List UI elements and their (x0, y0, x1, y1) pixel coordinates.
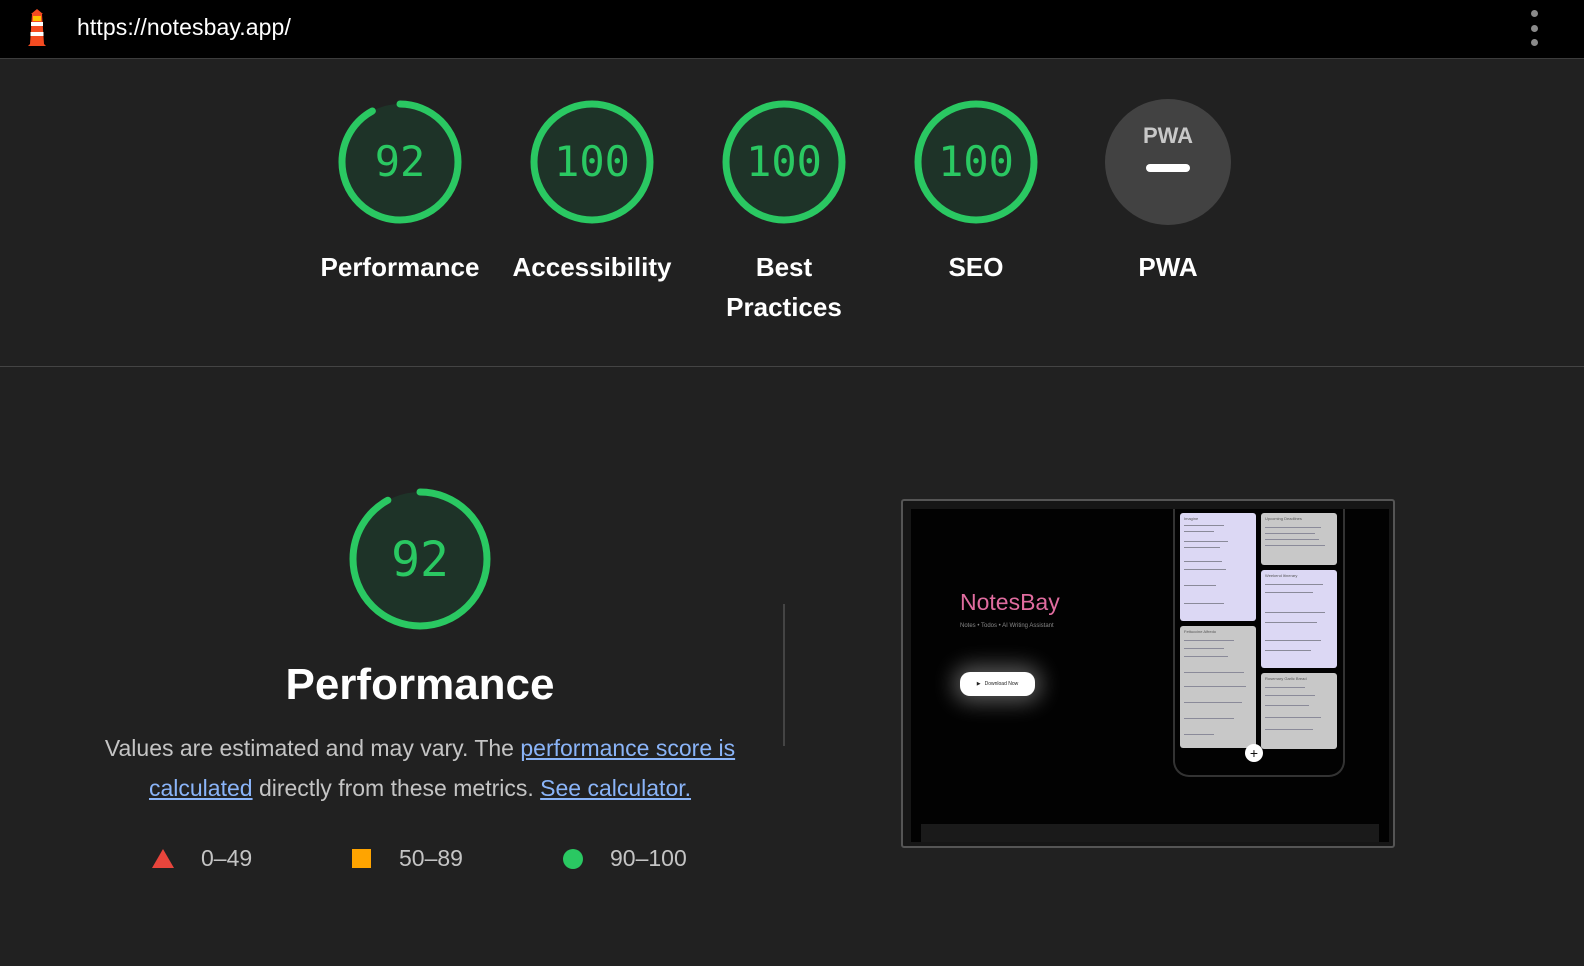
seo-gauge-ring: 100 (914, 100, 1038, 224)
gauge-accessibility[interactable]: 100 Accessibility (502, 97, 682, 287)
legend-pass: 90–100 (562, 840, 687, 876)
note-title: Rosemary Garlic Bread (1265, 676, 1307, 681)
best-practices-gauge-ring: 100 (722, 100, 846, 224)
category-scores: 92 Performance 100 Accessibility 100 Bes… (0, 59, 1584, 367)
performance-score: 92 (375, 137, 426, 186)
lighthouse-icon (28, 9, 46, 46)
legend-fail: 0–49 (150, 840, 252, 876)
pwa-dash-icon (1146, 164, 1190, 172)
report-url[interactable]: https://notesbay.app/ (77, 14, 291, 41)
download-label: Download Now (984, 681, 1019, 687)
pwa-badge-text: PWA (1143, 123, 1193, 148)
top-bar: https://notesbay.app/ (0, 0, 1584, 59)
legend-average-range: 50–89 (399, 845, 463, 871)
performance-description: Values are estimated and may vary. The p… (95, 728, 745, 808)
kebab-menu-icon[interactable] (1526, 10, 1542, 46)
desc-text-2: directly from these metrics. (252, 775, 541, 801)
play-icon: ▶ (976, 681, 981, 687)
gauge-performance[interactable]: 92 Performance (310, 97, 490, 287)
pwa-label: PWA (1138, 252, 1198, 282)
app-tagline: Notes • Todos • AI Writing Assistant (960, 623, 1054, 629)
seo-label: SEO (948, 252, 1004, 282)
best-practices-score: 100 (746, 137, 822, 186)
see-calculator-link[interactable]: See calculator. (540, 775, 691, 801)
download-button: ▶ Download Now (960, 672, 1035, 696)
legend-fail-range: 0–49 (201, 845, 253, 871)
note-card: Imagine (1180, 513, 1256, 621)
phone-mockup: Imagine Upcoming Deadlines Weekend Itine… (1173, 509, 1345, 777)
note-card: Rosemary Garlic Bread (1261, 673, 1337, 749)
performance-detail-gauge: 92 (349, 488, 491, 630)
accessibility-score: 100 (554, 137, 630, 186)
pwa-badge: PWA (1105, 99, 1231, 225)
screenshot-bottom-bar (921, 824, 1379, 842)
note-card: Fettuccine Alfredo (1180, 626, 1256, 748)
triangle-icon (152, 849, 174, 868)
legend-average: 50–89 (351, 840, 463, 876)
best-practices-label: Best Practices (726, 252, 842, 322)
seo-score: 100 (938, 137, 1014, 186)
menu-dot (1530, 39, 1538, 46)
desc-text-1: Values are estimated and may vary. The (104, 735, 521, 761)
gauge-best-practices[interactable]: 100 Best Practices (694, 97, 874, 327)
note-title: Upcoming Deadlines (1265, 516, 1302, 521)
performance-gauge-ring: 92 (338, 100, 462, 224)
performance-label: Performance (320, 252, 480, 282)
gauge-seo[interactable]: 100 SEO (886, 97, 1066, 287)
accessibility-gauge-ring: 100 (530, 100, 654, 224)
note-card: Upcoming Deadlines (1261, 513, 1337, 565)
screenshot-content: NotesBay Notes • Todos • AI Writing Assi… (911, 509, 1389, 842)
app-name: NotesBay (960, 589, 1060, 615)
vertical-divider (783, 604, 785, 746)
square-icon (352, 849, 371, 868)
performance-detail-score: 92 (391, 532, 449, 588)
gauge-pwa[interactable]: PWA PWA (1078, 97, 1258, 287)
accessibility-label: Accessibility (512, 252, 672, 282)
note-title: Imagine (1184, 516, 1199, 521)
note-title: Fettuccine Alfredo (1184, 629, 1217, 634)
note-card: Weekend Itinerary (1261, 570, 1337, 668)
section-title: Performance (285, 660, 555, 709)
menu-dot (1530, 10, 1538, 17)
legend-pass-range: 90–100 (610, 845, 687, 871)
final-screenshot[interactable]: NotesBay Notes • Todos • AI Writing Assi… (901, 499, 1395, 848)
plus-icon: + (1245, 744, 1263, 762)
menu-dot (1530, 24, 1538, 32)
note-title: Weekend Itinerary (1265, 573, 1298, 578)
circle-icon (563, 849, 583, 869)
